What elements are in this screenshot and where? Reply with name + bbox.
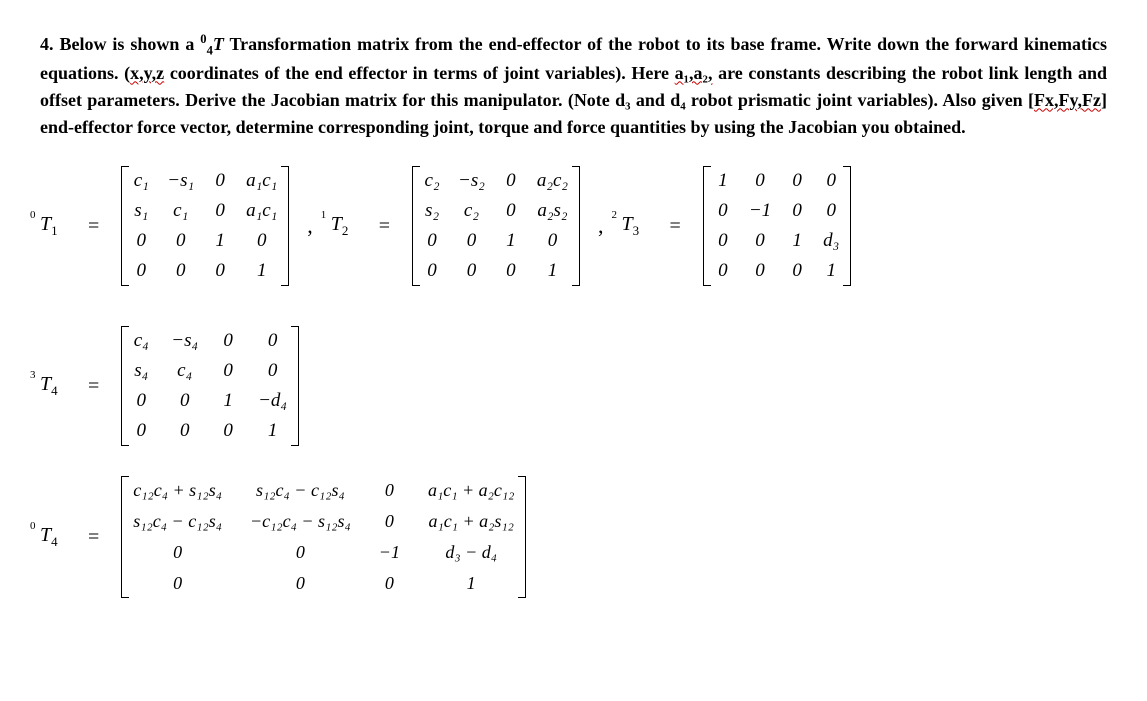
matrix-cell: c₁ [133, 170, 149, 192]
matrix-t2: c₂ −s₂ 0 a₂c₂ s₂ c₂ 0 a₂s₂ 0 0 1 0 0 0 0 1 [412, 166, 580, 286]
matrix-cell: 0 [715, 230, 731, 252]
t3-label: 2T3 [622, 213, 648, 239]
matrix-cell: −c₁₂c₄ − s₁₂s₄ [250, 511, 351, 532]
matrix-cell: 0 [789, 260, 805, 282]
matrix-cell: 1 [265, 420, 281, 442]
matrix-cell: s₁₂c₄ − c₁₂s₄ [256, 480, 345, 501]
matrix-cell: 0 [292, 542, 308, 563]
t4-3-label: 3T4 [40, 373, 66, 399]
problem-statement: 4. Below is shown a 04T Transformation m… [40, 30, 1107, 141]
matrix-cell: 0 [220, 330, 236, 352]
matrix-cell: s₁ [133, 200, 149, 222]
matrix-cell: 0 [170, 542, 186, 563]
matrix-cell: −s₄ [171, 330, 198, 352]
matrix-cell: 1 [254, 260, 270, 282]
matrix-cell: 0 [503, 260, 519, 282]
matrix-cell: c₁ [173, 200, 189, 222]
t1-label: 0T1 [40, 213, 66, 239]
matrix-cell: s₁₂c₄ − c₁₂s₄ [133, 511, 222, 532]
matrix-cell: c₂ [463, 200, 479, 222]
matrix-cell: 0 [381, 511, 397, 532]
matrix-cell: 0 [170, 573, 186, 594]
matrix-cell: −d₄ [258, 390, 287, 412]
matrix-cell: c₄ [133, 330, 149, 352]
matrix-cell: c₄ [177, 360, 193, 382]
matrix-cell: 0 [133, 390, 149, 412]
matrix-cell: 1 [212, 230, 228, 252]
matrix-cell: 0 [752, 260, 768, 282]
matrix-cell: 1 [789, 230, 805, 252]
matrix-cell: 0 [424, 260, 440, 282]
matrix-t4-0: c₁₂c₄ + s₁₂s₄ s₁₂c₄ − c₁₂s₄ 0 a₁c₁ + a₂c₁₂ s… [121, 476, 526, 598]
matrix-cell: 0 [823, 200, 839, 222]
matrix-cell: −s₂ [458, 170, 485, 192]
matrix-cell: 0 [265, 360, 281, 382]
matrix-cell: 1 [715, 170, 731, 192]
matrix-cell: 1 [823, 260, 839, 282]
q-number: 4. [40, 34, 59, 54]
matrix-cell: 0 [212, 170, 228, 192]
matrix-cell: 0 [292, 573, 308, 594]
matrix-t4-3: c₄ −s₄ 0 0 s₄ c₄ 0 0 0 0 1 −d₄ 0 0 0 1 [121, 326, 299, 446]
matrix-cell: 0 [220, 420, 236, 442]
fxfyfz-text: Fx,Fy,Fz [1034, 90, 1101, 110]
matrix-cell: 0 [212, 200, 228, 222]
matrix-cell: 0 [463, 260, 479, 282]
matrix-cell: 0 [424, 230, 440, 252]
t-symbol: 04T [200, 34, 224, 54]
matrix-cell: 1 [220, 390, 236, 412]
matrix-cell: 0 [752, 170, 768, 192]
matrix-cell: 0 [715, 200, 731, 222]
matrix-cell: 0 [133, 230, 149, 252]
matrix-cell: 0 [381, 480, 397, 501]
matrix-cell: 0 [381, 573, 397, 594]
matrix-cell: 0 [177, 390, 193, 412]
matrix-cell: 0 [503, 170, 519, 192]
third-row-matrices: 0T4 = c₁₂c₄ + s₁₂s₄s₁₂c₄ − c₁₂s₄0a₁c₁ + … [40, 476, 1107, 598]
matrix-cell: c₁₂c₄ + s₁₂s₄ [133, 480, 222, 501]
matrix-cell: d₃ − d₄ [445, 542, 497, 563]
t2-label: 1T2 [331, 213, 357, 239]
matrix-cell: 0 [265, 330, 281, 352]
matrix-cell: c₂ [424, 170, 440, 192]
matrix-cell: 0 [463, 230, 479, 252]
matrix-cell: −1 [749, 200, 771, 222]
matrix-cell: −s₁ [167, 170, 194, 192]
matrix-cell: 0 [715, 260, 731, 282]
matrix-cell: 0 [254, 230, 270, 252]
matrix-cell: a₁c₁ + a₂c₁₂ [428, 480, 514, 501]
matrix-cell: 0 [173, 260, 189, 282]
matrix-cell: 1 [463, 573, 479, 594]
matrix-cell: 1 [503, 230, 519, 252]
matrix-cell: 0 [173, 230, 189, 252]
matrix-cell: −1 [379, 542, 400, 563]
t4-0-label: 0T4 [40, 524, 66, 550]
matrix-cell: a₁c₁ + a₂s₁₂ [428, 511, 513, 532]
matrix-cell: 0 [503, 200, 519, 222]
matrix-cell: 0 [544, 230, 560, 252]
matrix-t3: 10000−100001d₃0001 [703, 166, 851, 286]
matrix-cell: 0 [212, 260, 228, 282]
matrix-cell: 1 [544, 260, 560, 282]
matrix-cell: s₂ [424, 200, 440, 222]
xyz-text: x,y,z [130, 63, 164, 83]
matrix-cell: 0 [133, 420, 149, 442]
matrix-cell: s₄ [133, 360, 149, 382]
matrix-cell: 0 [789, 170, 805, 192]
matrix-cell: 0 [752, 230, 768, 252]
matrix-cell: 0 [133, 260, 149, 282]
matrix-cell: a₁c₁ [246, 200, 277, 222]
matrix-cell: 0 [789, 200, 805, 222]
matrix-cell: a₁c₁ [246, 170, 277, 192]
matrix-cell: a₂c₂ [537, 170, 568, 192]
matrix-cell: 0 [823, 170, 839, 192]
a1a2-text: a₁,a₂, [675, 63, 713, 83]
first-row-matrices: 0T1 = c₁−s₁0a₁c₁s₁c₁0a₁c₁00100001 , 1T2 … [40, 166, 1107, 286]
second-row-matrices: 3T4 = c₄−s₄00s₄c₄00001−d₄0001 [40, 326, 1107, 446]
matrix-t1: c₁ −s₁ 0 a₁c₁ s₁ c₁ 0 a₁c₁ 0 0 1 0 0 0 0 1 [121, 166, 289, 286]
matrix-cell: d₃ [823, 230, 839, 252]
matrix-cell: 0 [220, 360, 236, 382]
matrix-cell: a₂s₂ [537, 200, 567, 222]
matrix-cell: 0 [177, 420, 193, 442]
